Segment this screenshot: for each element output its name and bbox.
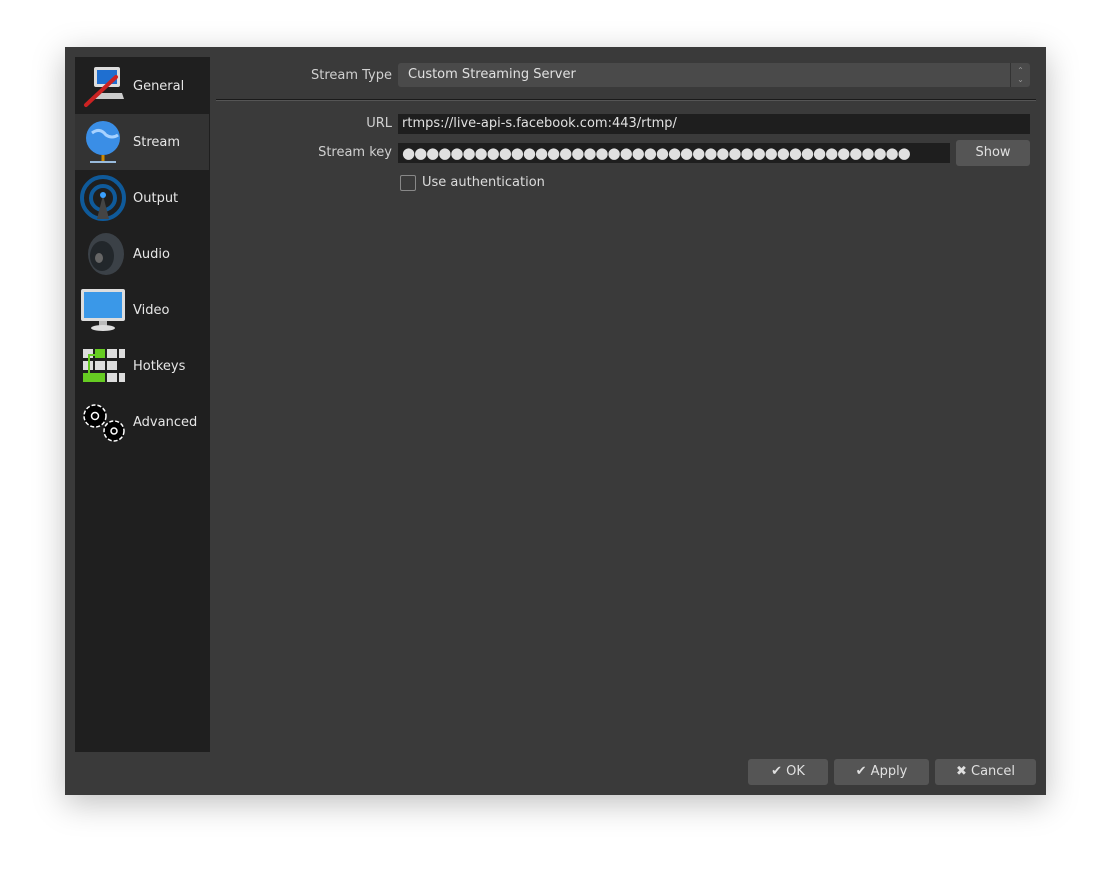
sidebar-item-general[interactable]: General <box>75 58 209 114</box>
use-authentication-label[interactable]: Use authentication <box>422 175 545 190</box>
monitor-icon <box>79 286 127 334</box>
cancel-button[interactable]: ✖ Cancel <box>935 759 1036 785</box>
chevron-updown-icon: ⌃ ⌄ <box>1010 63 1030 87</box>
sidebar-item-stream[interactable]: Stream <box>75 114 209 170</box>
settings-sidebar: General Stream Output Audio Video Hotkey… <box>75 57 210 752</box>
apply-button[interactable]: ✔ Apply <box>834 759 929 785</box>
stream-key-input[interactable]: ●●●●●●●●●●●●●●●●●●●●●●●●●●●●●●●●●●●●●●●●… <box>398 143 950 163</box>
use-authentication-checkbox[interactable] <box>400 175 416 191</box>
sidebar-item-advanced[interactable]: Advanced <box>75 394 209 450</box>
sidebar-item-audio[interactable]: Audio <box>75 226 209 282</box>
settings-window: General Stream Output Audio Video Hotkey… <box>65 47 1046 795</box>
sidebar-item-hotkeys[interactable]: Hotkeys <box>75 338 209 394</box>
check-icon: ✔ <box>771 764 782 779</box>
broadcast-antenna-icon <box>79 174 127 222</box>
general-settings-icon <box>79 62 127 110</box>
stream-key-label: Stream key <box>318 145 392 160</box>
cancel-label: Cancel <box>971 764 1016 779</box>
apply-label: Apply <box>870 764 908 779</box>
keyboard-icon <box>79 342 127 390</box>
stream-type-label: Stream Type <box>310 68 392 83</box>
globe-network-icon <box>79 118 127 166</box>
sidebar-item-output[interactable]: Output <box>75 170 209 226</box>
show-key-button[interactable]: Show <box>956 140 1030 166</box>
speaker-icon <box>79 230 127 278</box>
sidebar-item-video[interactable]: Video <box>75 282 209 338</box>
url-input[interactable]: rtmps://live-api-s.facebook.com:443/rtmp… <box>398 114 1030 134</box>
stream-type-value: Custom Streaming Server <box>408 67 576 82</box>
stream-type-dropdown[interactable]: Custom Streaming Server ⌃ ⌄ <box>398 63 1030 87</box>
ok-button[interactable]: ✔ OK <box>748 759 828 785</box>
gears-icon <box>79 398 127 446</box>
check-icon: ✔ <box>855 764 867 779</box>
url-label: URL <box>366 116 392 131</box>
ok-label: OK <box>786 764 805 779</box>
separator <box>216 99 1036 101</box>
close-icon: ✖ <box>955 764 967 779</box>
